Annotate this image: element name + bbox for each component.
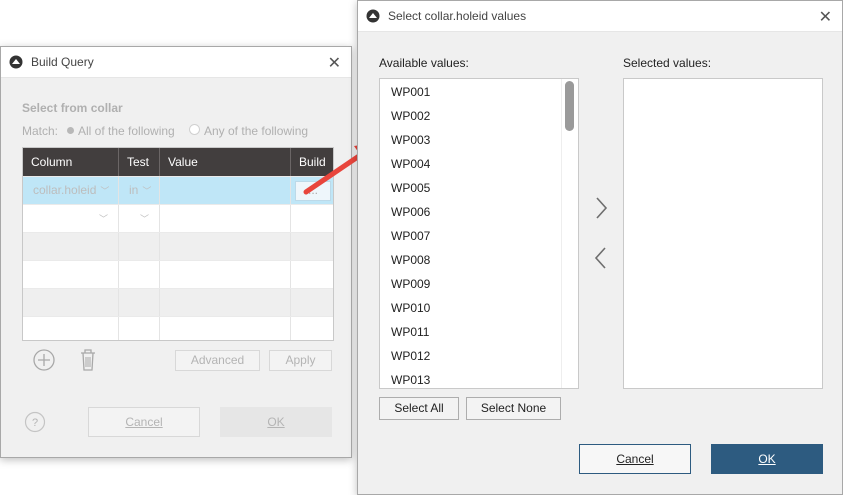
app-logo-icon xyxy=(366,9,380,23)
scrollbar-thumb[interactable] xyxy=(565,81,574,131)
available-values-label: Available values: xyxy=(379,56,469,70)
cancel-label: Cancel xyxy=(125,415,163,429)
radio-selected-icon xyxy=(67,127,74,134)
ok-label: OK xyxy=(758,452,776,466)
test-select[interactable]: in ﹀ xyxy=(119,177,160,204)
title-bar: Select collar.holeid values ✕ xyxy=(358,1,842,32)
advanced-label: Advanced xyxy=(190,353,245,367)
list-item[interactable]: WP012 xyxy=(380,344,578,368)
build-query-dialog: Build Query ✕ Select from collar Match: … xyxy=(0,46,352,458)
list-item[interactable]: WP007 xyxy=(380,224,578,248)
chevron-down-icon: ﹀ xyxy=(100,186,110,196)
ok-button[interactable]: OK xyxy=(711,444,823,474)
cancel-button[interactable]: Cancel xyxy=(579,444,691,474)
match-all-radio[interactable]: All of the following xyxy=(67,124,175,138)
trash-icon[interactable] xyxy=(79,348,97,372)
table-row xyxy=(23,260,333,288)
ok-button[interactable]: OK xyxy=(220,407,332,437)
list-item[interactable]: WP006 xyxy=(380,200,578,224)
query-table: Column Test Value Build collar.holeid ﹀ i… xyxy=(22,147,334,341)
cell-value[interactable] xyxy=(160,177,291,204)
help-glyph: ? xyxy=(32,417,38,429)
available-values-list[interactable]: WP001 WP002 WP003 WP004 WP005 WP006 WP007 WP008… xyxy=(379,78,579,389)
dialog-title: Build Query xyxy=(31,55,94,69)
title-bar: Build Query ✕ xyxy=(1,47,351,78)
selected-values-label: Selected values: xyxy=(623,56,712,70)
help-icon[interactable]: ? xyxy=(24,411,46,433)
column-header-value: Value xyxy=(160,148,291,176)
match-any-label: Any of the following xyxy=(204,124,309,138)
select-from-label: Select from collar xyxy=(22,101,123,115)
chevron-down-icon: ﹀ xyxy=(142,186,152,196)
close-icon[interactable]: ✕ xyxy=(819,7,832,27)
test-select[interactable]: ﹀ xyxy=(119,205,160,232)
column-header-test: Test xyxy=(119,148,160,176)
apply-button[interactable]: Apply xyxy=(269,350,332,371)
cancel-button[interactable]: Cancel xyxy=(88,407,200,437)
chevron-down-icon: ﹀ xyxy=(98,214,108,224)
table-row xyxy=(23,232,333,260)
table-row xyxy=(23,288,333,316)
match-all-label: All of the following xyxy=(78,124,175,138)
advanced-button[interactable]: Advanced xyxy=(175,350,260,371)
list-item[interactable]: WP013 xyxy=(380,368,578,388)
apply-label: Apply xyxy=(285,353,316,367)
selected-values-list[interactable] xyxy=(623,78,823,389)
column-select[interactable]: ﹀ xyxy=(23,205,119,232)
cancel-label: Cancel xyxy=(616,452,654,466)
add-circle-icon[interactable] xyxy=(33,349,55,371)
list-item[interactable]: WP004 xyxy=(380,152,578,176)
dialog-title: Select collar.holeid values xyxy=(388,9,527,23)
cell-test: in xyxy=(129,183,139,197)
select-values-dialog: Select collar.holeid values ✕ Available … xyxy=(357,0,843,495)
app-logo-icon xyxy=(9,55,23,69)
table-row: ﹀ ﹀ xyxy=(23,204,333,232)
ok-label: OK xyxy=(267,415,285,429)
cell-build xyxy=(291,205,333,232)
cell-column: collar.holeid xyxy=(33,183,97,197)
chevron-down-icon: ﹀ xyxy=(139,214,149,224)
table-row xyxy=(23,316,333,340)
list-item[interactable]: WP001 xyxy=(380,80,578,104)
radio-unselected-icon xyxy=(189,124,200,135)
list-item[interactable]: WP005 xyxy=(380,176,578,200)
list-item[interactable]: WP010 xyxy=(380,296,578,320)
list-item[interactable]: WP009 xyxy=(380,272,578,296)
scrollbar[interactable] xyxy=(561,79,578,388)
close-icon[interactable]: ✕ xyxy=(328,53,341,73)
select-all-button[interactable]: Select All xyxy=(379,397,459,420)
available-items: WP001 WP002 WP003 WP004 WP005 WP006 WP007 WP008… xyxy=(380,80,578,388)
table-row[interactable]: collar.holeid﹀ in﹀ ... xyxy=(23,176,333,204)
list-item[interactable]: WP003 xyxy=(380,128,578,152)
column-header-column: Column xyxy=(23,148,119,176)
list-item[interactable]: WP011 xyxy=(380,320,578,344)
list-item[interactable]: WP008 xyxy=(380,248,578,272)
match-any-radio[interactable]: Any of the following xyxy=(189,124,308,138)
select-none-label: Select None xyxy=(480,401,547,415)
chevron-left-icon[interactable] xyxy=(591,244,611,272)
select-all-label: Select All xyxy=(394,401,444,415)
column-select[interactable]: collar.holeid ﹀ xyxy=(23,177,119,204)
chevron-right-icon[interactable] xyxy=(591,194,611,222)
match-label: Match: xyxy=(22,124,59,138)
cell-value[interactable] xyxy=(160,205,291,232)
select-none-button[interactable]: Select None xyxy=(466,397,561,420)
table-header: Column Test Value Build xyxy=(23,148,333,176)
list-item[interactable]: WP002 xyxy=(380,104,578,128)
